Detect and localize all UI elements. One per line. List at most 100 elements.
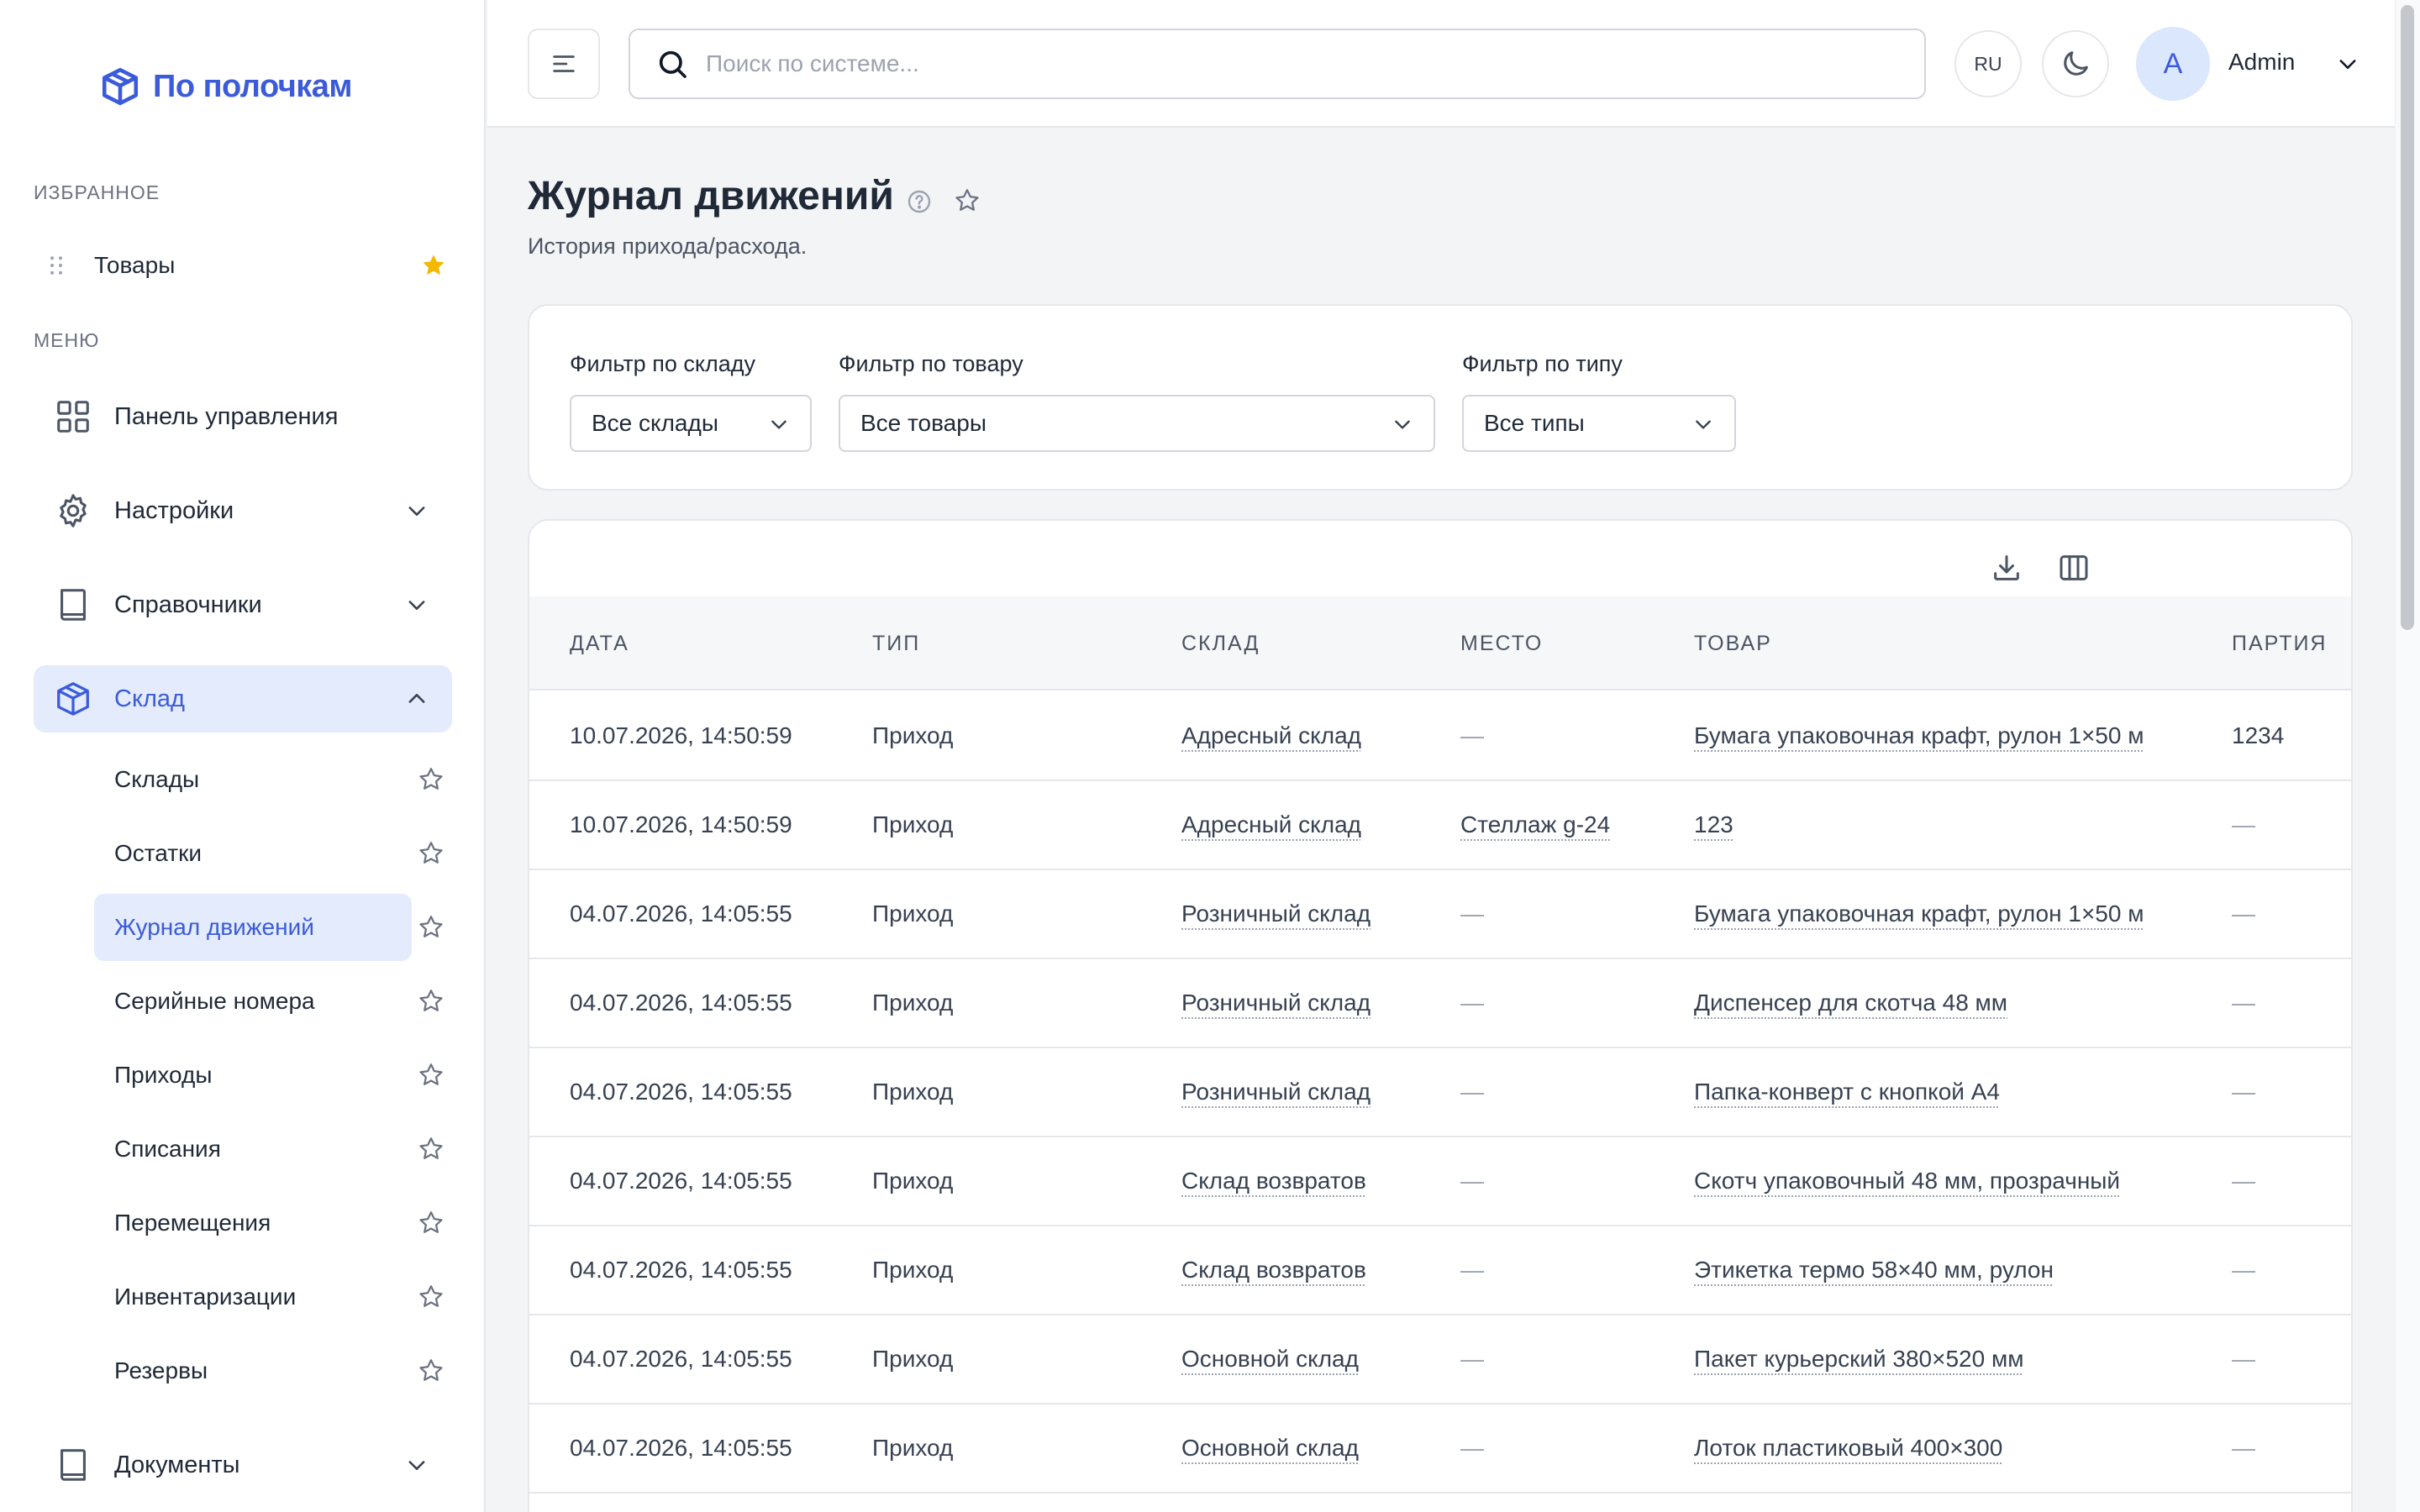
star-outline-icon[interactable] bbox=[417, 1283, 445, 1311]
grid-icon bbox=[57, 401, 89, 433]
drag-handle-icon[interactable] bbox=[44, 253, 69, 278]
sidebar: По полочкам ИЗБРАННОЕ Товары МЕНЮ Панель… bbox=[0, 0, 486, 1512]
cell-warehouse-link[interactable]: Склад возвратов bbox=[1181, 1168, 1366, 1194]
sidebar-subitem-label: Инвентаризации bbox=[114, 1284, 297, 1310]
star-filled-icon[interactable] bbox=[420, 252, 447, 279]
sidebar-subitem-receipts[interactable]: Приходы bbox=[94, 1042, 412, 1109]
language-button[interactable]: RU bbox=[1954, 30, 2022, 97]
table-row[interactable]: 04.07.2026, 14:05:55 Приход Склад возвра… bbox=[529, 1137, 2351, 1226]
table-row[interactable]: 04.07.2026, 14:05:55 Приход Склад возвра… bbox=[529, 1226, 2351, 1315]
sidebar-subitem-stock[interactable]: Остатки bbox=[94, 820, 412, 887]
cell-warehouse-link[interactable]: Склад возвратов bbox=[1181, 1257, 1366, 1284]
sidebar-subitem-reserves[interactable]: Резервы bbox=[94, 1337, 412, 1404]
table-row[interactable]: 04.07.2026, 14:05:55 Приход Розничный ск… bbox=[529, 959, 2351, 1048]
favorites-section-label: ИЗБРАННОЕ bbox=[34, 181, 160, 203]
cell-product-link[interactable]: Бумага упаковочная крафт, рулон 1×50 м bbox=[1694, 900, 2144, 927]
cell-warehouse-link[interactable]: Розничный склад bbox=[1181, 990, 1370, 1016]
columns-icon[interactable] bbox=[2057, 551, 2091, 585]
cell-type: Приход bbox=[872, 1168, 954, 1194]
menu-toggle-button[interactable] bbox=[528, 29, 600, 99]
cell-warehouse-link[interactable]: Розничный склад bbox=[1181, 900, 1370, 927]
star-outline-icon[interactable] bbox=[417, 839, 445, 868]
column-header-date[interactable]: ДАТА bbox=[570, 632, 629, 656]
theme-toggle-button[interactable] bbox=[2042, 30, 2109, 97]
sidebar-subitem-warehouses[interactable]: Склады bbox=[94, 746, 412, 813]
cell-warehouse-link[interactable]: Адресный склад bbox=[1181, 811, 1361, 838]
table-row[interactable]: 10.07.2026, 14:50:59 Приход Адресный скл… bbox=[529, 692, 2351, 781]
scrollbar-thumb[interactable] bbox=[2401, 5, 2414, 630]
star-outline-icon[interactable] bbox=[417, 1209, 445, 1237]
book-icon bbox=[60, 1449, 86, 1481]
cell-product-link[interactable]: Диспенсер для скотча 48 мм bbox=[1694, 990, 2007, 1016]
chevron-down-icon bbox=[1696, 420, 1711, 429]
cell-product-link[interactable]: Пакет курьерский 380×520 мм bbox=[1694, 1346, 2023, 1373]
search-box[interactable] bbox=[629, 29, 1926, 99]
sidebar-subitem-transfers[interactable]: Перемещения bbox=[94, 1189, 412, 1257]
star-outline-icon[interactable] bbox=[953, 186, 981, 215]
chevron-down-icon[interactable] bbox=[2336, 52, 2360, 76]
column-header-product[interactable]: ТОВАР bbox=[1694, 632, 1772, 656]
search-input[interactable] bbox=[706, 50, 1882, 77]
help-icon[interactable] bbox=[906, 188, 933, 215]
filter-type-select[interactable]: Все типы bbox=[1462, 395, 1736, 452]
filter-warehouse-select[interactable]: Все склады bbox=[570, 395, 812, 452]
cell-product-link[interactable]: Папка-конверт с кнопкой А4 bbox=[1694, 1079, 2000, 1105]
cell-product-link[interactable]: Скотч упаковочный 48 мм, прозрачный bbox=[1694, 1168, 2120, 1194]
sidebar-item-settings[interactable]: Настройки bbox=[34, 477, 452, 544]
sidebar-item-warehouse[interactable]: Склад bbox=[34, 665, 452, 732]
user-name[interactable]: Admin bbox=[2228, 49, 2295, 76]
table-row[interactable]: 04.07.2026, 14:05:55 Приход Розничный ск… bbox=[529, 1048, 2351, 1137]
chevron-up-icon bbox=[408, 694, 425, 703]
cell-product-link[interactable]: 123 bbox=[1694, 811, 1733, 838]
table-row[interactable]: 10.07.2026, 14:50:59 Приход Адресный скл… bbox=[529, 781, 2351, 870]
cell-batch: — bbox=[2232, 1079, 2255, 1105]
chevron-down-icon bbox=[408, 507, 425, 516]
column-header-batch[interactable]: ПАРТИЯ bbox=[2232, 632, 2328, 656]
column-header-warehouse[interactable]: СКЛАД bbox=[1181, 632, 1260, 656]
page-subtitle: История прихода/расхода. bbox=[528, 234, 808, 259]
cell-product-link[interactable]: Этикетка термо 58×40 мм, рулон bbox=[1694, 1257, 2054, 1284]
table-row[interactable]: 04.07.2026, 14:05:55 Приход Основной скл… bbox=[529, 1315, 2351, 1404]
cell-type: Приход bbox=[872, 1257, 954, 1283]
cell-warehouse-link[interactable]: Основной склад bbox=[1181, 1435, 1359, 1462]
sidebar-subitem-write-offs[interactable]: Списания bbox=[94, 1116, 412, 1183]
sidebar-item-label: Панель управления bbox=[114, 402, 339, 430]
favorite-item-goods[interactable]: Товары bbox=[34, 239, 454, 292]
sidebar-item-documents[interactable]: Документы bbox=[34, 1431, 452, 1499]
star-outline-icon[interactable] bbox=[417, 765, 445, 794]
star-outline-icon[interactable] bbox=[417, 1357, 445, 1385]
chevron-down-icon bbox=[408, 1461, 425, 1470]
column-header-place[interactable]: МЕСТО bbox=[1460, 632, 1543, 656]
sidebar-item-dashboard[interactable]: Панель управления bbox=[34, 383, 452, 450]
cell-warehouse-link[interactable]: Розничный склад bbox=[1181, 1079, 1370, 1105]
table-row[interactable]: 04.07.2026, 14:05:55 Приход Основной скл… bbox=[529, 1404, 2351, 1494]
cell-warehouse-link[interactable]: Основной склад bbox=[1181, 1346, 1359, 1373]
avatar[interactable]: A bbox=[2136, 27, 2210, 101]
cell-product-link[interactable]: Бумага упаковочная крафт, рулон 1×50 м bbox=[1694, 722, 2144, 749]
cell-warehouse-link[interactable]: Адресный склад bbox=[1181, 722, 1361, 749]
select-value: Все типы bbox=[1484, 410, 1585, 436]
table-row[interactable]: 04.07.2026, 14:05:55 Приход Розничный ск… bbox=[529, 870, 2351, 959]
sidebar-subitem-movement-log[interactable]: Журнал движений bbox=[94, 894, 412, 961]
download-icon[interactable] bbox=[1990, 551, 2023, 585]
sidebar-subitem-inventories[interactable]: Инвентаризации bbox=[94, 1263, 412, 1331]
star-outline-icon[interactable] bbox=[417, 913, 445, 942]
star-outline-icon[interactable] bbox=[417, 1135, 445, 1163]
sidebar-item-references[interactable]: Справочники bbox=[34, 571, 452, 638]
filter-product-select[interactable]: Все товары bbox=[839, 395, 1435, 452]
sidebar-subitem-label: Перемещения bbox=[114, 1210, 271, 1236]
page-title: Журнал движений bbox=[528, 174, 894, 218]
sidebar-subitem-label: Склады bbox=[114, 766, 200, 792]
brand[interactable]: По полочкам bbox=[99, 66, 353, 108]
star-outline-icon[interactable] bbox=[417, 1061, 445, 1089]
box-logo-icon bbox=[102, 67, 139, 106]
cell-product-link[interactable]: Лоток пластиковый 400×300 bbox=[1694, 1435, 2002, 1462]
sidebar-subitem-serial-numbers[interactable]: Серийные номера bbox=[94, 968, 412, 1035]
column-header-type[interactable]: ТИП bbox=[872, 632, 920, 656]
chevron-down-icon bbox=[408, 601, 425, 610]
menu-lines-icon bbox=[553, 55, 575, 72]
cell-place-link[interactable]: Стеллаж g-24 bbox=[1460, 811, 1610, 838]
star-outline-icon[interactable] bbox=[417, 987, 445, 1016]
box-icon bbox=[57, 682, 89, 716]
sidebar-subitem-label: Журнал движений bbox=[114, 914, 314, 940]
